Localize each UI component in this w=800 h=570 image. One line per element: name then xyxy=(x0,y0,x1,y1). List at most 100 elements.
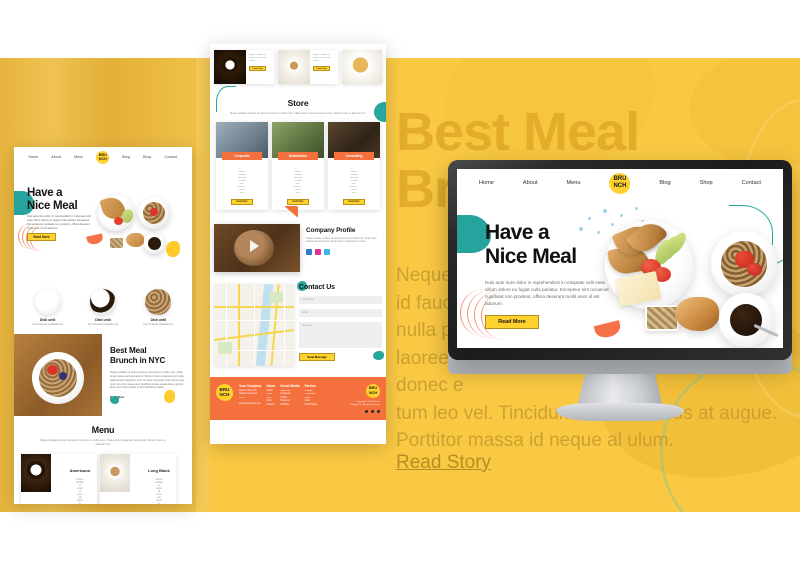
dish-desc: sint occaecat cupidatat non xyxy=(143,323,174,326)
monitor-base xyxy=(556,403,684,421)
order-now-button[interactable]: Order Now xyxy=(313,66,330,71)
yellow-strip xyxy=(196,58,210,512)
store-title: Store xyxy=(287,98,309,108)
send-message-button[interactable]: Send Message xyxy=(299,352,335,361)
read-story-link[interactable]: Read Story xyxy=(396,452,491,474)
feature-body: Neque sodales ut etiam sit amet nisl pur… xyxy=(110,371,185,390)
brunch-logo[interactable]: BRU NCH xyxy=(216,383,233,401)
nav-item-shop[interactable]: Shop xyxy=(143,155,152,159)
name-field[interactable]: Your Name xyxy=(299,295,382,304)
dish-desc: sint occaecat cupidatat non xyxy=(87,323,119,326)
product-desc: Neque sodales ut etiam sit amet nisl pur… xyxy=(313,54,331,62)
menu-item-card[interactable]: Long Black Neque sodales ut etiam sit am… xyxy=(100,453,176,504)
facebook-icon[interactable] xyxy=(306,249,312,256)
product-image xyxy=(214,50,246,84)
menu-section-title: Menu xyxy=(91,425,115,436)
email-field[interactable]: Email xyxy=(299,308,382,317)
dish-card[interactable]: Dish until sint occaecat cupidatat non xyxy=(79,289,127,326)
menu-item-name: Long Black xyxy=(148,467,170,473)
footer-column-line[interactable]: www.yourbrunch.com xyxy=(239,403,261,406)
nav-item-contact[interactable]: Contact xyxy=(742,180,761,186)
product-card[interactable] xyxy=(342,50,382,84)
footer-column-line[interactable]: Order Meals xyxy=(305,404,318,407)
lemon-decoration xyxy=(166,241,180,257)
orange-leaf-decoration xyxy=(86,233,104,246)
social-links[interactable] xyxy=(306,249,382,256)
brunch-logo[interactable]: BRU NCH xyxy=(609,172,631,194)
nav-item-about[interactable]: About xyxy=(523,180,538,186)
desktop-monitor-mockup[interactable]: Home About Menu BRU NCH Blog Shop Contac… xyxy=(448,160,792,421)
product-card[interactable]: Neque sodales ut etiam sit amet nisl pur… xyxy=(278,50,338,84)
footer-column-line[interactable]: Dribbble xyxy=(280,404,299,407)
hero-body: Duis aute irure dolor in reprehenderit i… xyxy=(27,215,91,230)
nav-item-blog[interactable]: Blog xyxy=(122,155,130,159)
nav-item-contact[interactable]: Contact xyxy=(164,155,177,159)
read-more-button[interactable]: Read More xyxy=(485,315,539,329)
read-more-button[interactable]: Read More xyxy=(287,199,309,205)
order-now-button[interactable]: Order Now xyxy=(249,66,266,71)
middle-page-mockup[interactable]: Neque sodales ut etiam sit amet nisl pur… xyxy=(210,44,386,444)
instagram-icon[interactable] xyxy=(315,249,321,256)
nav-item-home[interactable]: Home xyxy=(479,180,494,186)
coffee-liquid xyxy=(148,237,161,250)
social-dot-icon[interactable] xyxy=(376,409,380,414)
footer-column-line[interactable]: Contact xyxy=(266,404,275,407)
dish-image xyxy=(34,289,61,315)
play-icon[interactable] xyxy=(250,239,259,252)
contact-title: Contact Us xyxy=(299,283,335,291)
nav-item-menu[interactable]: Menu xyxy=(566,180,580,186)
menu-item-name: Americano xyxy=(69,467,91,473)
store-card[interactable]: Distribution Neque sodales ut etiam sit … xyxy=(272,122,324,210)
company-profile-body: Neque sodales ut etiam sit amet nisl pur… xyxy=(306,237,377,244)
monitor-bezel: Home About Menu BRU NCH Blog Shop Contac… xyxy=(448,160,792,360)
social-dot-icon[interactable] xyxy=(364,409,368,414)
left-mockup-nav[interactable]: Home About Menu BRU NCH Blog Shop Contac… xyxy=(14,147,192,167)
read-more-button[interactable]: Read More xyxy=(231,199,253,205)
croissant-icon xyxy=(675,297,719,331)
store-card-desc: Neque sodales ut etiam sit amet nisl pur… xyxy=(238,171,246,195)
company-profile-title: Company Profile xyxy=(306,226,356,234)
footer-social-dots[interactable] xyxy=(350,409,380,414)
read-more-button[interactable]: Read More xyxy=(343,199,365,205)
store-card[interactable]: Corporate Neque sodales ut etiam sit ame… xyxy=(216,122,268,210)
brunch-logo[interactable]: BRU NCH xyxy=(96,150,110,164)
footer-logo-wrap[interactable]: BRU NCH xyxy=(216,383,234,414)
brunch-logo[interactable]: BRU NCH xyxy=(366,383,380,398)
dish-card[interactable]: Dish until sint occaecat cupidatat non xyxy=(134,289,182,326)
nav-item-menu[interactable]: Menu xyxy=(74,155,83,159)
nav-item-shop[interactable]: Shop xyxy=(700,180,713,186)
map-image[interactable] xyxy=(214,283,294,366)
croissant-icon xyxy=(126,233,144,247)
poster-canvas: Best Meal Brunch Neque id fauci nulla pe… xyxy=(0,0,800,570)
nav-item-home[interactable]: Home xyxy=(28,155,38,159)
monitor-screen[interactable]: Home About Menu BRU NCH Blog Shop Contac… xyxy=(457,169,783,348)
dish-image xyxy=(145,289,172,315)
company-profile-section: Company Profile Neque sodales ut etiam s… xyxy=(214,223,382,272)
store-card-badge: Consulting xyxy=(334,152,374,161)
nav-item-blog[interactable]: Blog xyxy=(659,180,670,186)
product-card[interactable]: Neque sodales ut etiam sit amet nisl pur… xyxy=(214,50,274,84)
website-nav[interactable]: Home About Menu BRU NCH Blog Shop Contac… xyxy=(457,169,783,197)
store-subtitle: Neque sodales ut etiam sit amet nisl pur… xyxy=(229,112,367,115)
video-thumbnail[interactable] xyxy=(214,223,300,272)
hero-body: Duis aute irure dolor in reprehenderit i… xyxy=(485,280,609,306)
copyright-text: Copyright © 2021 Brunch Company Co. All … xyxy=(349,400,380,406)
contact-section: Contact Us Your Name Email Message Send … xyxy=(210,280,386,366)
twitter-icon[interactable] xyxy=(324,249,330,256)
dish-desc: sint occaecat cupidatat non xyxy=(32,323,63,326)
read-more-button[interactable]: Read More xyxy=(27,233,56,241)
menu-item-card[interactable]: Americano Neque sodales ut etiam sit ame… xyxy=(21,453,97,504)
message-field[interactable]: Message xyxy=(299,321,382,348)
strawberry-icon xyxy=(747,263,762,276)
dish-card[interactable]: Dish until sint occaecat cupidatat non xyxy=(24,289,72,326)
orange-leaf-decoration xyxy=(593,320,623,340)
social-dot-icon[interactable] xyxy=(370,409,374,414)
contact-form[interactable]: Contact Us Your Name Email Message Send … xyxy=(297,280,384,366)
menu-section-subtitle: Neque sodales ut etiam sit amet nisl pur… xyxy=(40,439,166,446)
footer-column: Partner Shopee Tokopedia Gojek Grab Orde… xyxy=(305,384,318,414)
footer-column-head[interactable]: Home xyxy=(266,384,275,388)
left-page-mockup[interactable]: Home About Menu BRU NCH Blog Shop Contac… xyxy=(14,147,192,504)
store-card[interactable]: Consulting Neque sodales ut etiam sit am… xyxy=(328,122,380,210)
nav-item-about[interactable]: About xyxy=(51,155,61,159)
footer-column-head: Partner xyxy=(304,383,316,388)
